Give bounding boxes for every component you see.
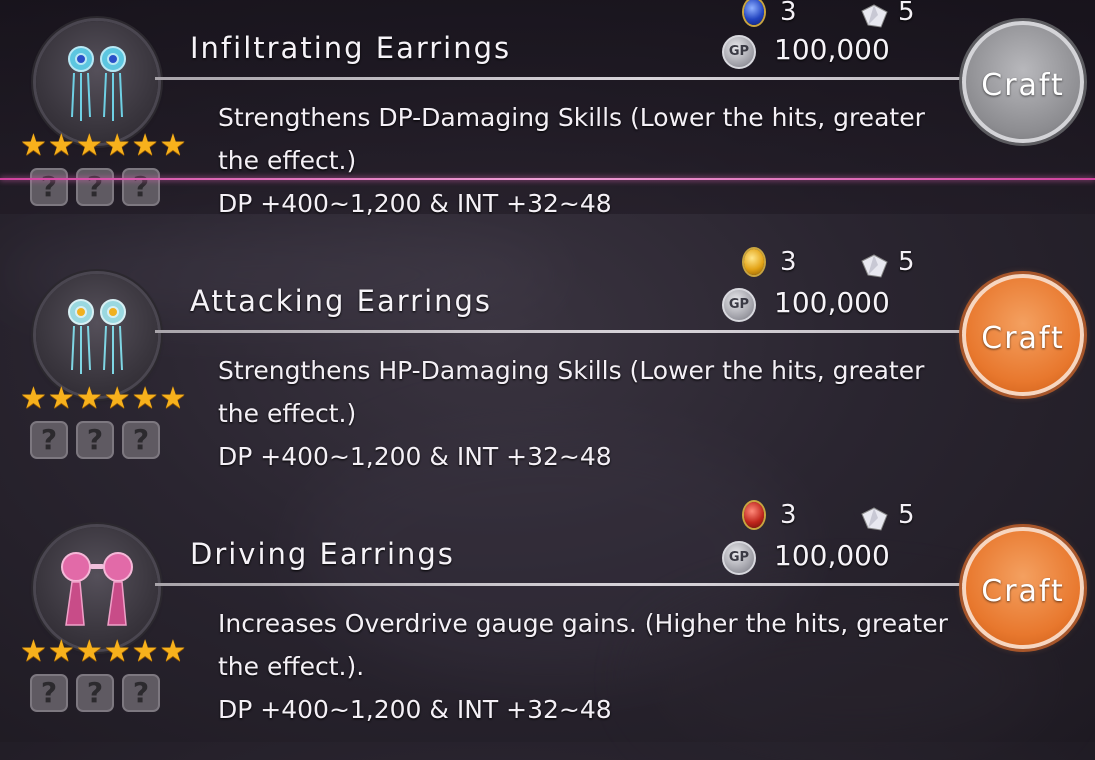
crystal-count: 5 — [898, 500, 915, 530]
red-gem-icon — [744, 502, 764, 528]
divider — [155, 583, 970, 586]
star-icon: ★ — [75, 128, 103, 163]
gold-gem-icon — [744, 249, 764, 275]
star-icon: ★ — [75, 634, 103, 669]
item-name: Attacking Earrings — [190, 284, 493, 318]
item-icon-frame — [36, 21, 158, 143]
unknown-slot: ? — [122, 168, 160, 206]
stat-bonus: DP +400~1,200 & INT +32~48 — [218, 695, 612, 724]
star-icon: ★ — [75, 381, 103, 416]
blue-gem-icon — [744, 0, 764, 25]
crystal-icon — [861, 4, 888, 28]
unknown-slots: ? ? ? — [30, 168, 160, 206]
unknown-slot: ? — [122, 421, 160, 459]
unknown-slot: ? — [76, 168, 114, 206]
unknown-slots: ? ? ? — [30, 674, 160, 712]
item-icon-frame — [36, 527, 158, 649]
crystal-count: 5 — [898, 247, 915, 277]
star-icon: ★ — [159, 128, 187, 163]
rarity-stars: ★ ★ ★ ★ ★ ★ — [20, 128, 186, 163]
star-icon: ★ — [20, 381, 47, 416]
unknown-slot: ? — [122, 674, 160, 712]
item-description: Strengthens HP-Damaging Skills (Lower th… — [218, 349, 924, 478]
rarity-stars: ★ ★ ★ ★ ★ ★ — [20, 634, 186, 669]
craft-button[interactable]: Craft — [962, 274, 1084, 396]
star-icon: ★ — [131, 381, 159, 416]
star-icon: ★ — [20, 128, 47, 163]
unknown-slots: ? ? ? — [30, 421, 160, 459]
star-icon: ★ — [103, 381, 131, 416]
item-description: Increases Overdrive gauge gains. (Higher… — [218, 602, 948, 731]
craft-button[interactable]: Craft — [962, 21, 1084, 143]
item-icon-frame — [36, 274, 158, 396]
gem-count: 3 — [780, 0, 797, 27]
gem-count: 3 — [780, 500, 797, 530]
crystal-count: 5 — [898, 0, 915, 27]
gp-cost: 100,000 — [774, 539, 890, 572]
description-line: Strengthens HP-Damaging Skills (Lower th… — [218, 356, 925, 385]
description-line: the effect.) — [218, 146, 357, 175]
gp-coin-icon: GP — [722, 35, 756, 69]
unknown-slot: ? — [76, 674, 114, 712]
recipe-row[interactable]: 3 5 GP 100,000 ★ ★ ★ ★ ★ ★ ? ? — [0, 214, 1095, 471]
star-icon: ★ — [47, 381, 75, 416]
rarity-stars: ★ ★ ★ ★ ★ ★ — [20, 381, 186, 416]
star-icon: ★ — [20, 634, 47, 669]
unknown-slot: ? — [30, 674, 68, 712]
recipe-row[interactable]: 3 5 GP 100,000 ★ ★ ★ ★ ★ ★ ? ? — [0, 0, 1095, 218]
star-icon: ★ — [47, 634, 75, 669]
earrings-pink-icon — [61, 552, 133, 626]
divider — [155, 330, 970, 333]
unknown-slot: ? — [30, 421, 68, 459]
item-description: Strengthens DP-Damaging Skills (Lower th… — [218, 96, 925, 225]
divider — [155, 77, 970, 80]
earrings-gold-icon — [68, 299, 126, 374]
star-icon: ★ — [103, 634, 131, 669]
unknown-slot: ? — [30, 168, 68, 206]
crystal-icon — [861, 254, 888, 278]
description-line: the effect.) — [218, 399, 357, 428]
star-icon: ★ — [131, 128, 159, 163]
star-icon: ★ — [131, 634, 159, 669]
description-line: Strengthens DP-Damaging Skills (Lower th… — [218, 103, 925, 132]
gp-cost: 100,000 — [774, 286, 890, 319]
star-icon: ★ — [103, 128, 131, 163]
gp-coin-icon: GP — [722, 541, 756, 575]
description-line: the effect.). — [218, 652, 365, 681]
star-icon: ★ — [47, 128, 75, 163]
gp-cost: 100,000 — [774, 33, 890, 66]
star-icon: ★ — [159, 381, 187, 416]
item-name: Driving Earrings — [190, 537, 455, 571]
unknown-slot: ? — [76, 421, 114, 459]
description-line: Increases Overdrive gauge gains. (Higher… — [218, 609, 948, 638]
recipe-row[interactable]: 3 5 GP 100,000 ★ ★ ★ ★ ★ ★ ? ? ? Driving… — [0, 467, 1095, 724]
gem-count: 3 — [780, 247, 797, 277]
earrings-blue-icon — [68, 46, 126, 121]
item-name: Infiltrating Earrings — [190, 31, 512, 65]
gp-coin-icon: GP — [722, 288, 756, 322]
crystal-icon — [861, 507, 888, 531]
craft-button[interactable]: Craft — [962, 527, 1084, 649]
star-icon: ★ — [159, 634, 187, 669]
